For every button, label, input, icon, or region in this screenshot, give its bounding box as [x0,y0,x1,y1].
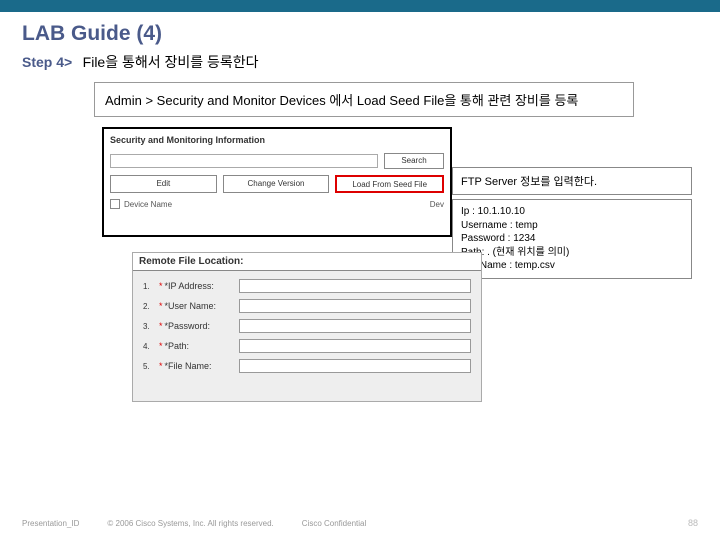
device-col2: Dev [430,200,444,209]
device-checkbox[interactable] [110,199,120,209]
row-num: 3. [143,322,159,331]
device-row: Device Name Dev [110,199,444,209]
filename-input[interactable] [239,359,471,373]
remote-row-path: 4. **Path: [143,339,471,353]
remote-file-panel: Remote File Location: 1. **IP Address: 2… [132,252,482,402]
ip-label: **IP Address: [159,281,239,291]
password-input[interactable] [239,319,471,333]
row-num: 4. [143,342,159,351]
path-label: **Path: [159,341,239,351]
ftp-filename: File Name : temp.csv [461,259,683,273]
confidential: Cisco Confidential [302,519,366,528]
row-num: 5. [143,362,159,371]
page-number: 88 [688,518,698,528]
step-line: Step 4> File을 통해서 장비를 등록한다 [22,52,698,72]
load-from-seed-button[interactable]: Load From Seed File [335,175,444,193]
row-num: 1. [143,282,159,291]
row-num: 2. [143,302,159,311]
search-row: Search [110,153,444,169]
ftp-details-callout: Ip : 10.1.10.10 Username : temp Password… [452,199,692,279]
user-input[interactable] [239,299,471,313]
search-input[interactable] [110,154,378,168]
info-panel: Security and Monitoring Information Sear… [102,127,452,237]
main-area: Security and Monitoring Information Sear… [22,127,698,437]
change-version-button[interactable]: Change Version [223,175,330,193]
presentation-id: Presentation_ID [22,519,79,528]
step-text: File을 통해서 장비를 등록한다 [83,54,259,70]
ftp-title-text: FTP Server 정보를 입력한다. [461,176,597,188]
ftp-ip: Ip : 10.1.10.10 [461,205,683,219]
section-title: Security and Monitoring Information [110,135,444,145]
remote-file-title: Remote File Location: [133,253,481,271]
footer: Presentation_ID © 2006 Cisco Systems, In… [0,518,720,528]
breadcrumb: Admin > Security and Monitor Devices 에서 … [94,82,634,117]
ftp-title-callout: FTP Server 정보를 입력한다. [452,167,692,195]
edit-button[interactable]: Edit [110,175,217,193]
search-button[interactable]: Search [384,153,444,169]
ip-input[interactable] [239,279,471,293]
remote-row-filename: 5. **File Name: [143,359,471,373]
button-row: Edit Change Version Load From Seed File [110,175,444,193]
filename-label: **File Name: [159,361,239,371]
remote-row-ip: 1. **IP Address: [143,279,471,293]
ftp-username: Username : temp [461,219,683,233]
copyright: © 2006 Cisco Systems, Inc. All rights re… [107,519,273,528]
brand-topbar [0,0,720,12]
password-label: **Password: [159,321,239,331]
remote-row-password: 3. **Password: [143,319,471,333]
user-label: **User Name: [159,301,239,311]
ftp-password: Password : 1234 [461,232,683,246]
remote-row-user: 2. **User Name: [143,299,471,313]
ftp-path: Path: . (현재 위치를 의미) [461,246,683,260]
page-title: LAB Guide (4) [22,22,698,46]
step-label: Step 4> [22,54,72,70]
device-name-label: Device Name [124,200,172,209]
path-input[interactable] [239,339,471,353]
